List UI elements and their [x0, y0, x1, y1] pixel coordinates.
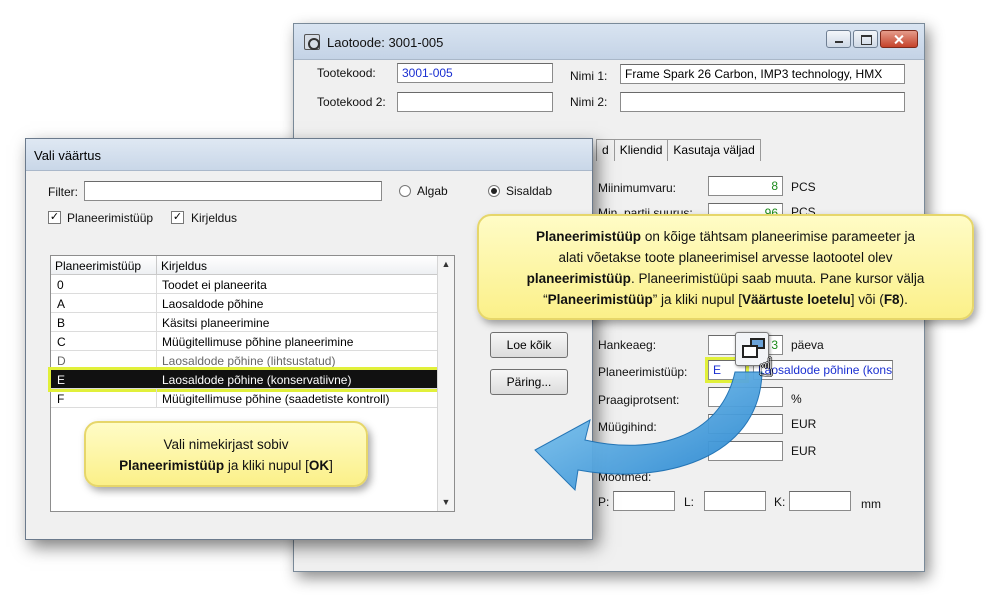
info-callout: Planeerimistüüp on kõige tähtsam planeer… [477, 214, 974, 320]
hand-cursor-icon: ☝ [758, 352, 774, 382]
instruction-callout: Vali nimekirjast sobiv Planeerimistüüp j… [84, 421, 368, 487]
window-icon [742, 345, 758, 358]
